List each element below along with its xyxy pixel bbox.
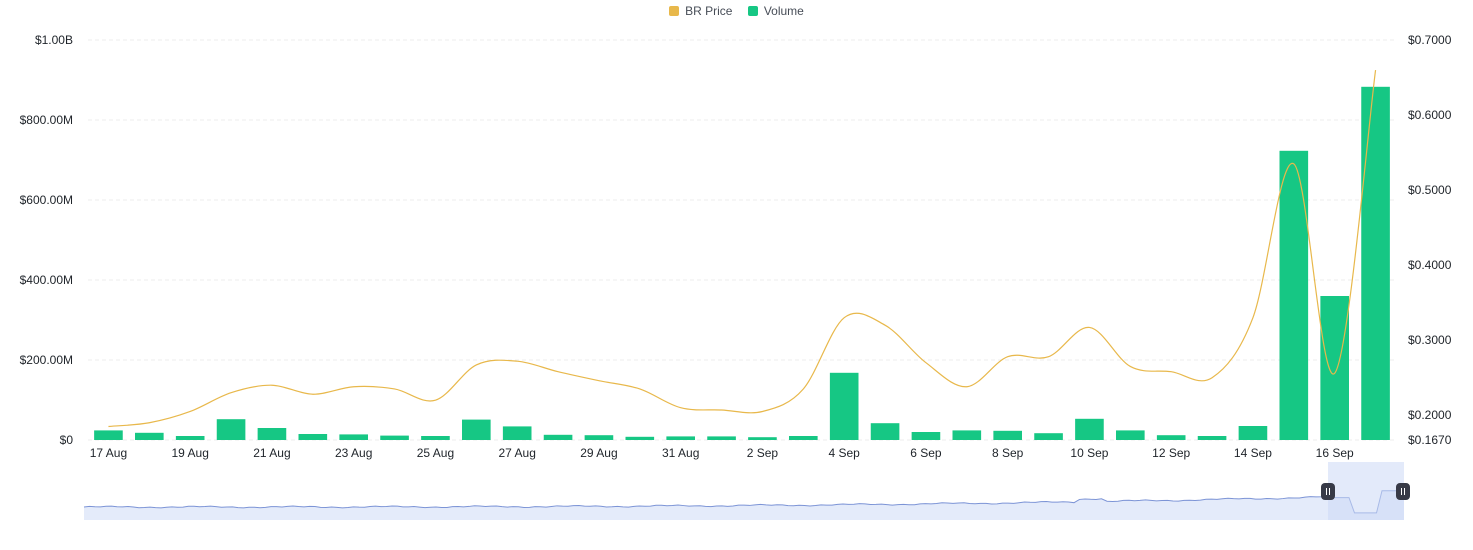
volume-bar[interactable] [870, 423, 900, 440]
y-right-tick-label: $0.2000 [1408, 408, 1452, 422]
volume-bar[interactable] [911, 432, 941, 440]
volume-bar[interactable] [462, 419, 491, 440]
left-axis-ticks: $0 $200.00M $400.00M $600.00M $800.00M $1.00B [20, 33, 74, 447]
volume-bar[interactable] [789, 436, 818, 440]
range-navigator[interactable] [83, 462, 1410, 520]
volume-bar[interactable] [1075, 418, 1104, 440]
volume-bar[interactable] [707, 436, 736, 440]
x-axis-ticks: 17 Aug 19 Aug 21 Aug 23 Aug 25 Aug 27 Aug 29 A… [90, 446, 1354, 460]
volume-bar[interactable] [1279, 150, 1309, 441]
volume-bar[interactable] [666, 436, 695, 440]
volume-bar[interactable] [1034, 433, 1063, 440]
y-left-tick-label: $200.00M [20, 353, 73, 367]
x-tick-label: 25 Aug [417, 446, 454, 460]
x-tick-label: 16 Sep [1316, 446, 1354, 460]
x-tick-label: 31 Aug [662, 446, 699, 460]
y-left-tick-label: $600.00M [20, 193, 73, 207]
price-line [108, 69, 1377, 428]
grid-lines [88, 39, 1396, 441]
volume-bar[interactable] [952, 430, 982, 440]
volume-bar[interactable] [257, 428, 287, 440]
volume-bar[interactable] [135, 432, 164, 440]
x-tick-label: 29 Aug [580, 446, 617, 460]
y-right-tick-label: $0.7000 [1408, 33, 1452, 47]
volume-bar[interactable] [298, 434, 328, 440]
y-right-tick-label: $0.5000 [1408, 183, 1452, 197]
volume-bar[interactable] [94, 430, 123, 440]
navigator-right-handle[interactable] [1396, 483, 1410, 500]
volume-bar[interactable] [1238, 426, 1268, 440]
volume-bar[interactable] [748, 437, 777, 440]
y-right-tick-label: $0.1670 [1408, 433, 1452, 447]
volume-bar[interactable] [339, 434, 368, 440]
y-left-tick-label: $800.00M [20, 113, 73, 127]
volume-bar[interactable] [1197, 436, 1227, 440]
x-tick-label: 10 Sep [1070, 446, 1108, 460]
volume-bar[interactable] [1361, 86, 1390, 441]
x-tick-label: 8 Sep [992, 446, 1024, 460]
right-axis-ticks: $0.1670 $0.2000 $0.3000 $0.4000 $0.5000 $0.60… [1408, 33, 1452, 447]
y-right-tick-label: $0.4000 [1408, 258, 1452, 272]
volume-bars [94, 86, 1390, 441]
y-left-tick-label: $400.00M [20, 273, 73, 287]
volume-bar[interactable] [543, 434, 573, 440]
x-tick-label: 27 Aug [499, 446, 536, 460]
volume-bar[interactable] [993, 430, 1022, 440]
y-right-tick-label: $0.3000 [1408, 333, 1452, 347]
volume-bar[interactable] [1116, 430, 1145, 440]
volume-bar[interactable] [216, 419, 246, 440]
volume-bar[interactable] [1156, 435, 1186, 440]
x-tick-label: 19 Aug [172, 446, 209, 460]
volume-bar[interactable] [175, 436, 205, 440]
x-tick-label: 2 Sep [747, 446, 779, 460]
x-tick-label: 14 Sep [1234, 446, 1272, 460]
y-left-tick-label: $0 [60, 433, 74, 447]
x-tick-label: 6 Sep [910, 446, 942, 460]
x-tick-label: 17 Aug [90, 446, 127, 460]
x-tick-label: 23 Aug [335, 446, 372, 460]
x-tick-label: 4 Sep [829, 446, 861, 460]
x-tick-label: 12 Sep [1152, 446, 1190, 460]
price-series-line [108, 69, 1377, 428]
volume-bar[interactable] [502, 426, 532, 440]
navigator-selected-window[interactable] [1328, 462, 1404, 520]
volume-price-chart: $0 $200.00M $400.00M $600.00M $800.00M $1.00B… [20, 33, 1452, 520]
y-left-tick-label: $1.00B [35, 33, 73, 47]
navigator-left-handle[interactable] [1321, 483, 1335, 500]
volume-bar[interactable] [380, 435, 409, 440]
volume-bar[interactable] [584, 435, 614, 440]
y-right-tick-label: $0.6000 [1408, 108, 1452, 122]
volume-bar[interactable] [1320, 296, 1349, 440]
volume-bar[interactable] [829, 372, 859, 440]
x-tick-label: 21 Aug [253, 446, 290, 460]
volume-bar[interactable] [625, 436, 655, 440]
volume-bar[interactable] [421, 436, 450, 440]
